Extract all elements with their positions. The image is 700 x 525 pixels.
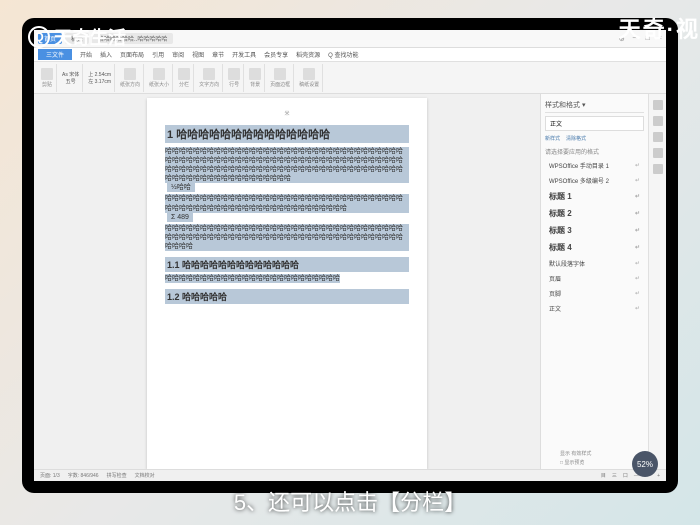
body-paragraph[interactable]: 哈哈哈哈哈哈哈哈哈哈哈哈哈哈哈哈哈哈哈哈哈哈哈哈哈哈哈哈哈哈哈哈哈哈哈哈哈哈哈哈… xyxy=(165,194,409,221)
watermark-top-left: Q 天奇生活 xyxy=(28,24,126,50)
ribbon-tabs: 三文件 开始 插入 页面布局 引用 审阅 视图 章节 开发工具 会员专享 稻壳资… xyxy=(34,48,666,62)
body-paragraph[interactable]: 哈哈哈哈哈哈哈哈哈哈哈哈哈哈哈哈哈哈哈哈哈哈哈哈哈哈哈哈哈哈哈哈哈哈哈哈哈哈哈哈… xyxy=(165,147,409,192)
page: 米 1 哈哈哈哈哈哈哈哈哈哈哈哈哈哈 哈哈哈哈哈哈哈哈哈哈哈哈哈哈哈哈哈哈哈哈哈… xyxy=(147,98,427,469)
style-list: WPSOffice 手动目录 1↵WPSOffice 多级编号 2↵标题 1↵标… xyxy=(545,158,644,316)
ribbon-tab-layout[interactable]: 页面布局 xyxy=(120,50,144,59)
video-subtitle: 5、还可以点击【分栏】 xyxy=(0,485,700,517)
side-icon[interactable] xyxy=(653,100,663,110)
ribbon-group-textdir[interactable]: 文字方向 xyxy=(196,64,223,92)
style-item[interactable]: 标题 1↵ xyxy=(545,188,644,205)
side-icon-bar xyxy=(648,94,666,469)
ribbon-tab-devtools[interactable]: 开发工具 xyxy=(232,50,256,59)
formula-fraction[interactable]: ½哈哈 xyxy=(167,183,195,192)
ribbon-group-orientation[interactable]: 纸张方向 xyxy=(117,64,144,92)
ribbon-group-border[interactable]: 页面边框 xyxy=(267,64,294,92)
ribbon-tab-insert[interactable]: 插入 xyxy=(100,50,112,59)
view-mode-icon[interactable]: 口 xyxy=(623,472,628,479)
formula-sigma[interactable]: Σ 489 xyxy=(167,213,193,222)
ribbon-search[interactable]: Q 查找功能 xyxy=(328,50,358,59)
heading-2[interactable]: 1.1 哈哈哈哈哈哈哈哈哈哈哈哈哈 xyxy=(165,257,409,272)
watermark-top-right: 天奇·视 xyxy=(619,12,700,44)
ribbon-group-margin[interactable]: 上 2.54cm左 3.17cm xyxy=(85,64,115,92)
ribbon-tab-section[interactable]: 章节 xyxy=(212,50,224,59)
style-item[interactable]: 标题 4↵ xyxy=(545,239,644,256)
style-item[interactable]: WPSOffice 手动目录 1↵ xyxy=(545,158,644,173)
body-paragraph[interactable]: 哈哈哈哈哈哈哈哈哈哈哈哈哈哈哈哈哈哈哈哈哈哈哈哈哈 xyxy=(165,274,409,283)
ribbon-group-bg[interactable]: 背景 xyxy=(246,64,265,92)
zoom-plus-icon[interactable]: + xyxy=(657,473,660,479)
styles-panel: 样式和格式 ▾ 正文 新样式 清除格式 请选择要应用的格式 WPSOffice … xyxy=(540,94,648,469)
ribbon-tab-start[interactable]: 开始 xyxy=(80,50,92,59)
ribbon-group-font[interactable]: As 宋体五号 xyxy=(59,64,83,92)
ribbon-group-paper[interactable]: 稿纸设置 xyxy=(296,64,323,92)
view-mode-icon[interactable]: 目 xyxy=(601,472,606,479)
ribbon-tab-review[interactable]: 审阅 xyxy=(172,50,184,59)
ribbon-group-columns[interactable]: 分栏 xyxy=(175,64,194,92)
ribbon-tab-reference[interactable]: 引用 xyxy=(152,50,164,59)
titlebar: 首页 稻壳 哈哈哈哈哈哈..哈哈哈哈哈 ⊕ ─ □ × xyxy=(34,30,666,48)
side-icon[interactable] xyxy=(653,148,663,158)
status-page[interactable]: 页面: 1/3 xyxy=(40,472,60,479)
style-item[interactable]: 页眉↵ xyxy=(545,271,644,286)
status-spell[interactable]: 拼写检查 xyxy=(107,472,127,479)
style-item[interactable]: 标题 3↵ xyxy=(545,222,644,239)
tianqi-logo-icon: Q xyxy=(28,26,50,48)
ribbon-tab-member[interactable]: 会员专享 xyxy=(264,50,288,59)
list-header: 请选择要应用的格式 xyxy=(545,144,644,158)
status-words[interactable]: 字数: 846/946 xyxy=(68,472,99,479)
style-item[interactable]: 正文↵ xyxy=(545,301,644,316)
current-style[interactable]: 正文 xyxy=(545,116,644,131)
ribbon-tab-resource[interactable]: 稻壳资源 xyxy=(296,50,320,59)
view-mode-icon[interactable]: 三 xyxy=(612,472,617,479)
style-item[interactable]: WPSOffice 多级编号 2↵ xyxy=(545,173,644,188)
ribbon-tab-view[interactable]: 视图 xyxy=(192,50,204,59)
zoom-badge[interactable]: 52% xyxy=(632,451,658,477)
ribbon-tab-file[interactable]: 三文件 xyxy=(38,49,72,60)
side-icon[interactable] xyxy=(653,164,663,174)
heading-2[interactable]: 1.2 哈哈哈哈哈 xyxy=(165,289,409,304)
ribbon-group-clipboard[interactable]: 剪贴 xyxy=(38,64,57,92)
side-icon[interactable] xyxy=(653,116,663,126)
status-proof[interactable]: 文档校对 xyxy=(135,472,155,479)
style-item[interactable]: 页脚↵ xyxy=(545,286,644,301)
document-canvas[interactable]: 米 1 哈哈哈哈哈哈哈哈哈哈哈哈哈哈 哈哈哈哈哈哈哈哈哈哈哈哈哈哈哈哈哈哈哈哈哈… xyxy=(34,94,540,469)
ribbon-group-size[interactable]: 纸张大小 xyxy=(146,64,173,92)
heading-1[interactable]: 1 哈哈哈哈哈哈哈哈哈哈哈哈哈哈 xyxy=(165,125,409,143)
statusbar: 页面: 1/3 字数: 846/946 拼写检查 文档校对 目 三 口 ──○─… xyxy=(34,469,666,481)
app-window: 首页 稻壳 哈哈哈哈哈哈..哈哈哈哈哈 ⊕ ─ □ × 三文件 开始 插入 页面… xyxy=(34,30,666,481)
side-icon[interactable] xyxy=(653,132,663,142)
monitor-frame: 首页 稻壳 哈哈哈哈哈哈..哈哈哈哈哈 ⊕ ─ □ × 三文件 开始 插入 页面… xyxy=(22,18,678,493)
new-style-link[interactable]: 新样式 xyxy=(545,135,560,142)
style-item[interactable]: 标题 2↵ xyxy=(545,205,644,222)
panel-title[interactable]: 样式和格式 ▾ xyxy=(545,98,644,113)
clear-format-link[interactable]: 清除格式 xyxy=(566,135,586,142)
ribbon-toolbar: 剪贴 As 宋体五号 上 2.54cm左 3.17cm 纸张方向 纸张大小 分栏… xyxy=(34,62,666,94)
ruler-mark: 米 xyxy=(165,110,409,117)
style-item[interactable]: 默认段落字体↵ xyxy=(545,256,644,271)
ribbon-group-linenum[interactable]: 行号 xyxy=(225,64,244,92)
body-paragraph[interactable]: 哈哈哈哈哈哈哈哈哈哈哈哈哈哈哈哈哈哈哈哈哈哈哈哈哈哈哈哈哈哈哈哈哈哈哈哈哈哈哈哈… xyxy=(165,224,409,251)
